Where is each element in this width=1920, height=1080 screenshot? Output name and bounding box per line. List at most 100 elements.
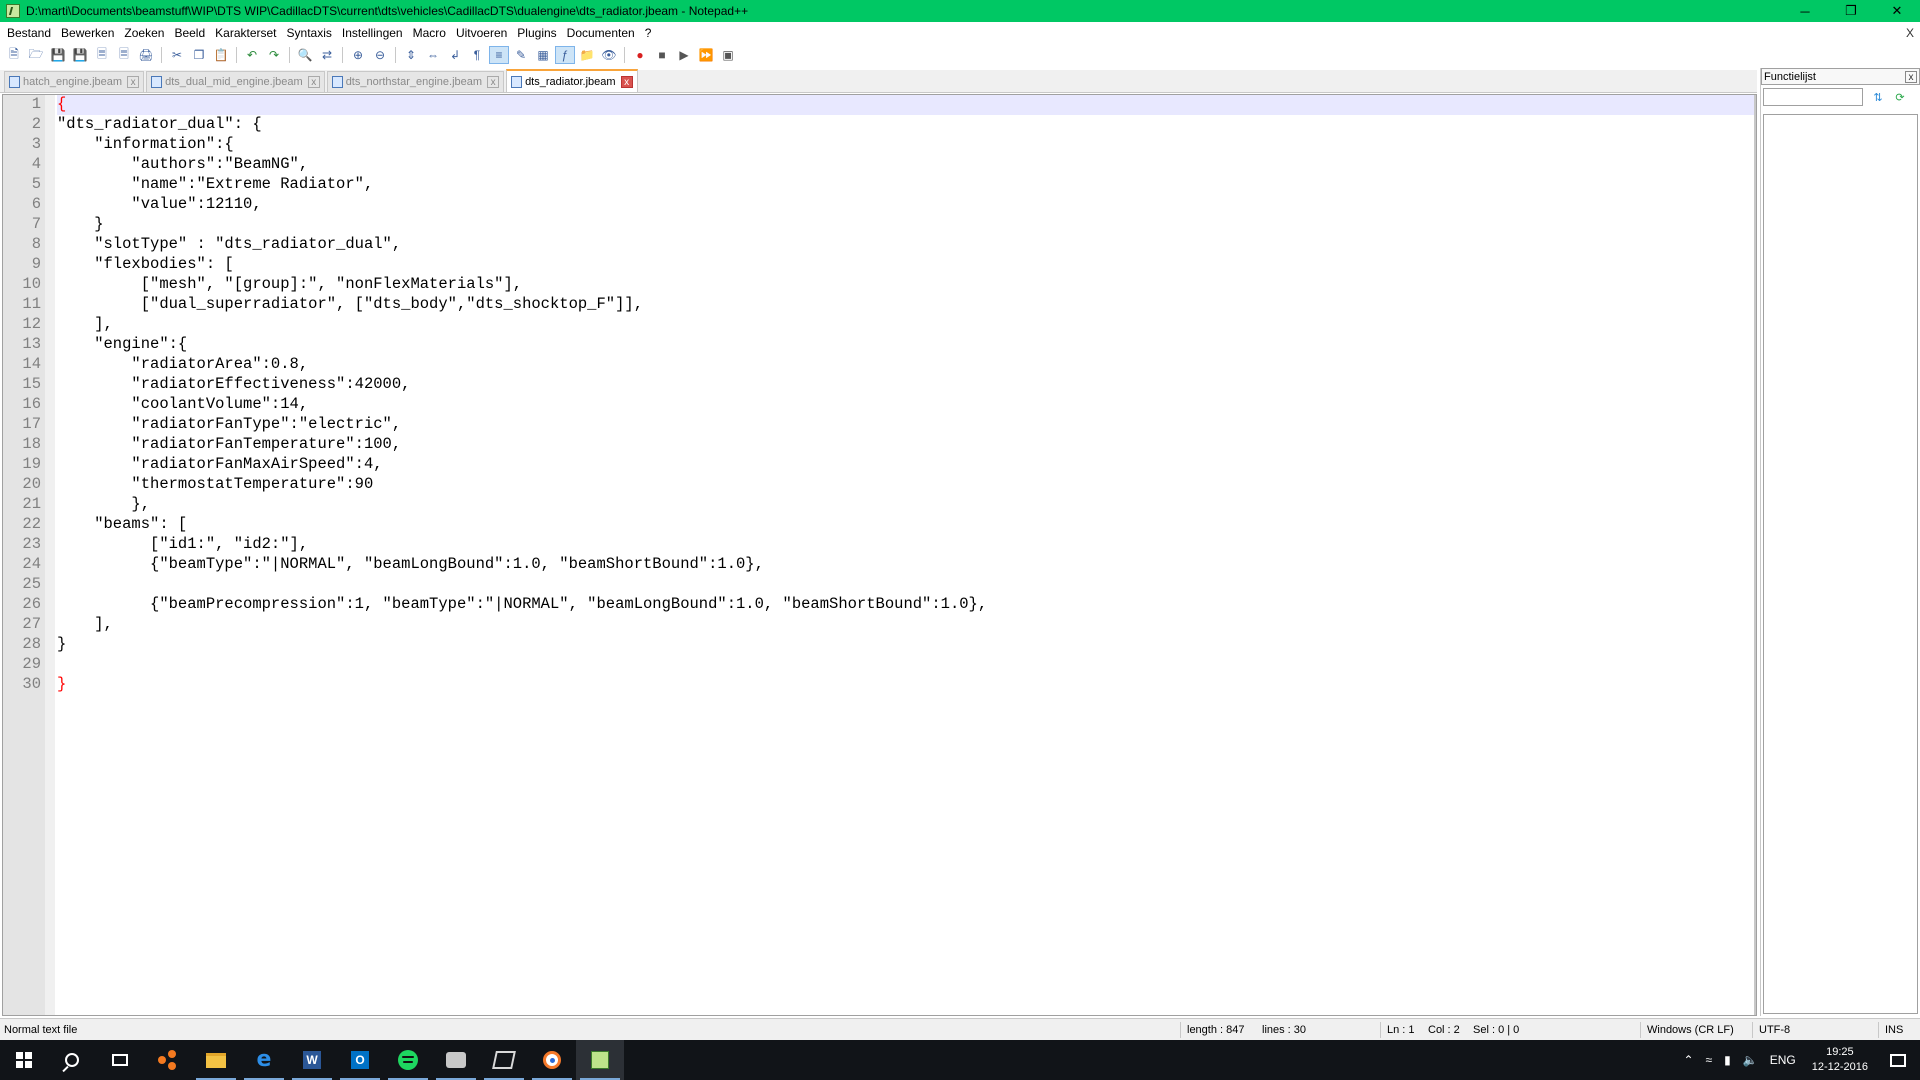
taskbar-word[interactable]: W <box>288 1040 336 1080</box>
title-bar[interactable]: D:\marti\Documents\beamstuff\WIP\DTS WIP… <box>0 0 1920 22</box>
line-number[interactable]: 8 <box>3 235 41 253</box>
tab-dts-dual-mid-engine[interactable]: dts_dual_mid_engine.jbeam x <box>146 71 325 92</box>
line-number[interactable]: 2 <box>3 115 41 133</box>
language-indicator[interactable]: ENG <box>1764 1040 1802 1080</box>
code-line[interactable]: { <box>57 95 66 113</box>
line-number[interactable]: 19 <box>3 455 41 473</box>
code-line[interactable]: }, <box>57 495 150 513</box>
line-number[interactable]: 21 <box>3 495 41 513</box>
cut-icon[interactable]: ✂ <box>167 46 187 64</box>
line-number[interactable]: 24 <box>3 555 41 573</box>
taskbar-beamng[interactable] <box>480 1040 528 1080</box>
function-list-tree[interactable] <box>1763 114 1918 1014</box>
code-line[interactable]: } <box>57 675 66 693</box>
code-line[interactable]: ["mesh", "[group]:", "nonFlexMaterials"]… <box>57 275 522 293</box>
stop-macro-icon[interactable]: ■ <box>652 46 672 64</box>
menu-instellingen[interactable]: Instellingen <box>337 22 408 44</box>
code-line[interactable]: "radiatorFanMaxAirSpeed":4, <box>57 455 382 473</box>
document-map-icon[interactable]: ▦ <box>533 46 553 64</box>
zoom-out-icon[interactable]: ⊖ <box>370 46 390 64</box>
sync-horizontal-icon[interactable]: ⇔ <box>423 46 443 64</box>
menu-karakterset[interactable]: Karakterset <box>210 22 281 44</box>
editor-splitter[interactable] <box>1754 95 1756 1015</box>
folder-workspace-icon[interactable]: 📁 <box>577 46 597 64</box>
close-all-icon[interactable]: 🗏 <box>114 46 134 64</box>
menu-zoeken[interactable]: Zoeken <box>119 22 169 44</box>
zoom-in-icon[interactable]: ⊕ <box>348 46 368 64</box>
reload-icon[interactable]: ⟳ <box>1893 90 1907 104</box>
save-macro-icon[interactable]: ▣ <box>718 46 738 64</box>
code-line[interactable]: ], <box>57 315 113 333</box>
menu-plugins[interactable]: Plugins <box>512 22 561 44</box>
menu-macro[interactable]: Macro <box>408 22 451 44</box>
line-number[interactable]: 27 <box>3 615 41 633</box>
run-macro-multiple-icon[interactable]: ⏩ <box>696 46 716 64</box>
monitoring-icon[interactable]: 👁 <box>599 46 619 64</box>
code-line[interactable]: "engine":{ <box>57 335 187 353</box>
code-line[interactable]: "value":12110, <box>57 195 261 213</box>
code-line[interactable]: ["id1:", "id2:"], <box>57 535 308 553</box>
code-line[interactable]: "radiatorEffectiveness":42000, <box>57 375 410 393</box>
open-file-icon[interactable]: 🗁 <box>26 46 46 64</box>
line-number[interactable]: 6 <box>3 195 41 213</box>
code-line[interactable]: "authors":"BeamNG", <box>57 155 308 173</box>
taskbar-game-app[interactable] <box>432 1040 480 1080</box>
code-line[interactable]: "information":{ <box>57 135 234 153</box>
code-line[interactable]: ["dual_superradiator", ["dts_body","dts_… <box>57 295 643 313</box>
line-number[interactable]: 4 <box>3 155 41 173</box>
function-list-icon[interactable]: ƒ <box>555 46 575 64</box>
menu-documenten[interactable]: Documenten <box>562 22 640 44</box>
tab-close-icon[interactable]: x <box>127 76 140 88</box>
close-file-icon[interactable]: 🗏 <box>92 46 112 64</box>
tab-dts-radiator[interactable]: dts_radiator.jbeam x <box>506 69 638 92</box>
undo-icon[interactable]: ↶ <box>242 46 262 64</box>
line-number[interactable]: 29 <box>3 655 41 673</box>
close-button[interactable]: ✕ <box>1874 0 1920 22</box>
code-line[interactable]: ], <box>57 615 113 633</box>
menu-help[interactable]: ? <box>640 22 657 44</box>
task-view-button[interactable] <box>96 1040 144 1080</box>
code-line[interactable]: "beams": [ <box>57 515 187 533</box>
taskbar-notepadpp[interactable] <box>576 1040 624 1080</box>
indent-guide-icon[interactable]: ≡ <box>489 46 509 64</box>
line-number[interactable]: 10 <box>3 275 41 293</box>
show-all-characters-icon[interactable]: ¶ <box>467 46 487 64</box>
user-language-icon[interactable]: ✎ <box>511 46 531 64</box>
line-number[interactable]: 17 <box>3 415 41 433</box>
find-icon[interactable]: 🔍 <box>295 46 315 64</box>
taskbar-blender[interactable] <box>528 1040 576 1080</box>
code-line[interactable]: } <box>57 215 103 233</box>
line-number[interactable]: 20 <box>3 475 41 493</box>
print-icon[interactable]: 🖨 <box>136 46 156 64</box>
line-number[interactable]: 14 <box>3 355 41 373</box>
word-wrap-icon[interactable]: ↲ <box>445 46 465 64</box>
code-line[interactable]: {"beamPrecompression":1, "beamType":"|NO… <box>57 595 987 613</box>
menu-uitvoeren[interactable]: Uitvoeren <box>451 22 512 44</box>
code-line[interactable]: "slotType" : "dts_radiator_dual", <box>57 235 401 253</box>
line-number[interactable]: 9 <box>3 255 41 273</box>
line-number[interactable]: 25 <box>3 575 41 593</box>
paste-icon[interactable]: 📋 <box>211 46 231 64</box>
line-number[interactable]: 15 <box>3 375 41 393</box>
menu-syntaxis[interactable]: Syntaxis <box>282 22 337 44</box>
taskbar-outlook[interactable]: O <box>336 1040 384 1080</box>
line-number[interactable]: 18 <box>3 435 41 453</box>
line-number[interactable]: 30 <box>3 675 41 693</box>
function-list-close-icon[interactable]: x <box>1905 71 1917 83</box>
line-number[interactable]: 22 <box>3 515 41 533</box>
code-line[interactable]: "flexbodies": [ <box>57 255 234 273</box>
tab-close-icon[interactable]: x <box>620 75 633 88</box>
redo-icon[interactable]: ↷ <box>264 46 284 64</box>
line-number[interactable]: 23 <box>3 535 41 553</box>
code-line[interactable]: } <box>57 635 66 653</box>
minimize-button[interactable]: ─ <box>1782 0 1828 22</box>
code-line[interactable]: "radiatorArea":0.8, <box>57 355 308 373</box>
line-number[interactable]: 7 <box>3 215 41 233</box>
battery-icon[interactable]: ▮ <box>1718 1040 1737 1080</box>
tab-close-icon[interactable]: x <box>307 76 320 88</box>
line-number[interactable]: 16 <box>3 395 41 413</box>
line-number[interactable]: 26 <box>3 595 41 613</box>
code-editor[interactable]: 1 2 3 4 5 6 7 8 9 10 11 12 13 14 15 16 17 18 19 20 21 22 23 24 2… <box>2 94 1757 1016</box>
new-file-icon[interactable]: 🗎 <box>4 46 24 64</box>
clock[interactable]: 19:25 12-12-2016 <box>1802 1045 1878 1075</box>
